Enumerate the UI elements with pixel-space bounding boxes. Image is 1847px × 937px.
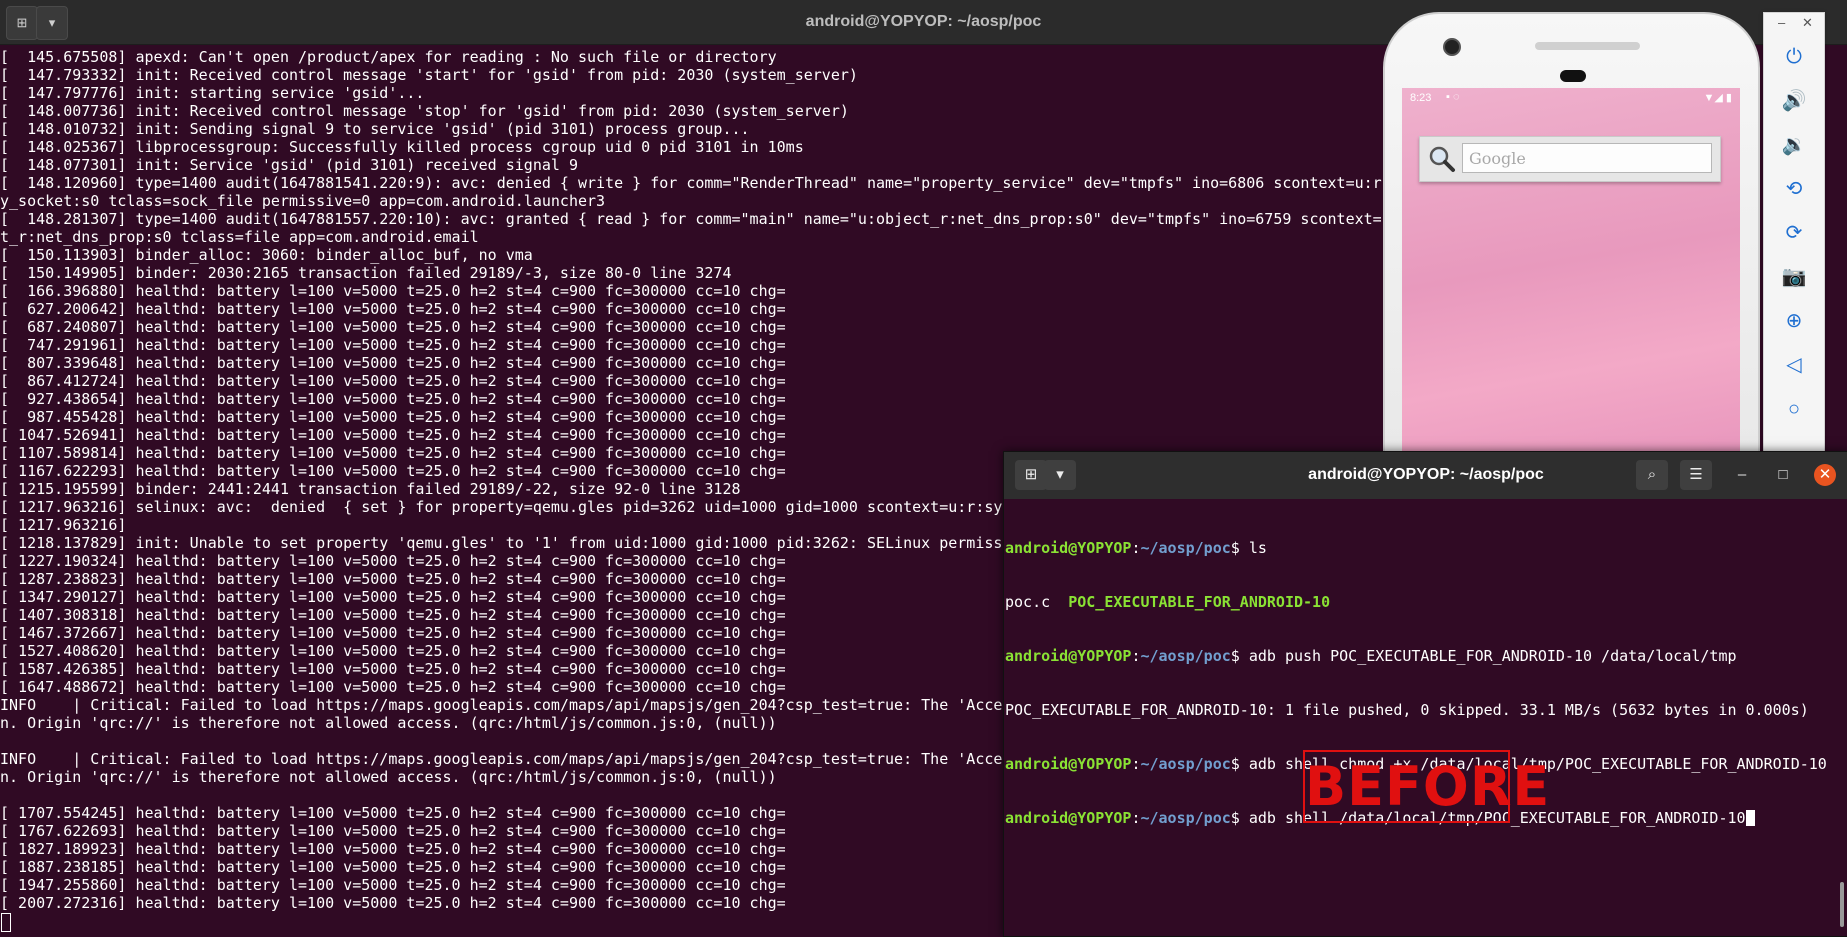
emulator-toolbar: – ✕ ⏻ 🔊 🔉 ⟲ ⟳ 📷 ⊕ ◁ ○: [1763, 12, 1825, 454]
scrollbar[interactable]: [1840, 882, 1844, 927]
minimize-icon[interactable]: –: [1731, 464, 1753, 486]
front-terminal-window[interactable]: ⊞ ▾ android@YOPYOP: ~/aosp/poc ⌕ ☰ – □ ✕…: [1003, 451, 1847, 937]
front-camera: [1443, 38, 1461, 56]
terminal-line: android@YOPYOP:~/aosp/poc$ adb push POC_…: [1005, 647, 1737, 665]
power-icon[interactable]: ⏻: [1780, 43, 1808, 71]
minimize-icon[interactable]: –: [1778, 15, 1785, 30]
terminal-cursor: [1745, 810, 1755, 826]
front-terminal-output[interactable]: android@YOPYOP:~/aosp/poc$ ls poc.c POC_…: [1005, 503, 1845, 933]
front-terminal-title: android@YOPYOP: ~/aosp/poc: [1308, 466, 1544, 483]
google-search-widget[interactable]: Google: [1419, 136, 1721, 182]
hamburger-menu-icon[interactable]: ☰: [1680, 460, 1712, 490]
before-label: BEFORE: [1303, 750, 1549, 823]
back-icon[interactable]: ◁: [1780, 351, 1808, 379]
terminal-line: POC_EXECUTABLE_FOR_ANDROID-10: 1 file pu…: [1005, 701, 1809, 719]
android-emulator-device: 8:23 ▪ ◌ ▼◢ ▮ Google: [1383, 12, 1760, 478]
signal-battery-icons: ▼◢ ▮: [1703, 92, 1732, 104]
search-icon[interactable]: ⌕: [1636, 460, 1668, 490]
terminal-line: android@YOPYOP:~/aosp/poc$ ls: [1005, 539, 1267, 557]
device-screen[interactable]: 8:23 ▪ ◌ ▼◢ ▮ Google: [1402, 88, 1740, 478]
front-terminal-titlebar[interactable]: ⊞ ▾ android@YOPYOP: ~/aosp/poc ⌕ ☰ – □ ✕: [1004, 452, 1847, 499]
earpiece: [1535, 42, 1640, 50]
terminal-cursor: [1, 913, 11, 932]
proximity-sensor: [1560, 70, 1586, 82]
status-time: 8:23: [1410, 92, 1432, 104]
camera-icon[interactable]: 📷: [1780, 263, 1808, 291]
status-bar: 8:23 ▪ ◌ ▼◢ ▮: [1402, 88, 1740, 110]
close-icon[interactable]: ✕: [1802, 15, 1813, 31]
google-search-input[interactable]: Google: [1462, 143, 1712, 173]
maximize-icon[interactable]: □: [1772, 464, 1794, 486]
rotate-right-icon[interactable]: ⟳: [1780, 219, 1808, 247]
home-icon[interactable]: ○: [1780, 395, 1808, 423]
volume-down-icon[interactable]: 🔉: [1780, 131, 1808, 159]
rotate-left-icon[interactable]: ⟲: [1780, 175, 1808, 203]
volume-up-icon[interactable]: 🔊: [1780, 87, 1808, 115]
notification-icons: ▪ ◌: [1446, 91, 1460, 103]
search-icon: [1429, 146, 1455, 172]
zoom-icon[interactable]: ⊕: [1780, 307, 1808, 335]
close-icon[interactable]: ✕: [1814, 464, 1836, 486]
terminal-line: poc.c POC_EXECUTABLE_FOR_ANDROID-10: [1005, 593, 1331, 611]
